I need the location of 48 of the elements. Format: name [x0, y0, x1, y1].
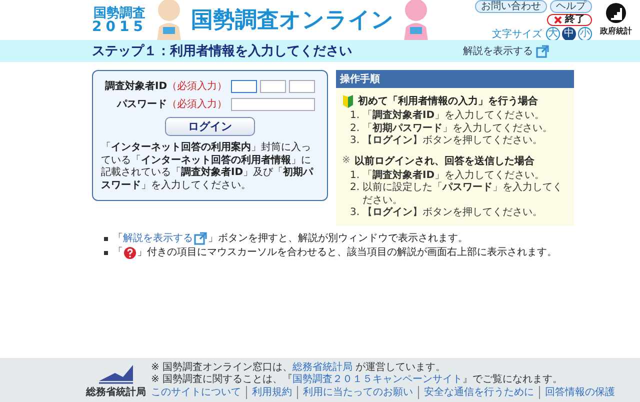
footer-link[interactable]: 安全な通信を行うために — [418, 386, 539, 398]
step-number: 1. — [350, 110, 360, 122]
step-number: 3. — [350, 207, 360, 220]
step-text: 「調査対象者ID」を入力してください。 — [362, 170, 545, 182]
step-text: 「初期パスワード」を入力してください。 — [362, 122, 553, 134]
footer-link[interactable]: 利用に当たってのお願い — [297, 386, 418, 398]
exit-button[interactable]: 終了 — [547, 14, 592, 26]
field-label: パスワード（必須入力） — [116, 98, 228, 111]
section-heading: 以前ログインされ、回答を送信した場合 — [354, 154, 534, 168]
footer-link[interactable]: 国勢調査２０１５キャンペーンサイト — [292, 374, 463, 384]
panel-title: 操作手順 — [336, 70, 574, 88]
note-text: 「 — [113, 232, 123, 246]
font-size-label: 文字サイズ — [492, 28, 542, 40]
step-text: 以前に設定した「パスワード」を入力してください。 — [362, 182, 564, 206]
section-heading: 初めて「利用者情報の入力」を行う場合 — [358, 94, 538, 108]
step-text: 【ログイン】ボタンを押してください。 — [362, 207, 543, 220]
font-size-button[interactable]: 大 — [546, 26, 560, 40]
step-text: 「調査対象者ID」を入力してください。 — [362, 110, 545, 122]
header-button[interactable]: お問い合わせ — [475, 0, 547, 12]
note-text: 「 — [113, 246, 123, 260]
footer-link[interactable]: 総務省統計局 — [292, 362, 353, 372]
ministry-name: 総務省統計局 — [86, 386, 146, 399]
step-number: 2. — [350, 122, 360, 135]
font-size-button[interactable]: 小 — [578, 26, 592, 40]
header-button[interactable]: ヘルプ — [550, 0, 592, 12]
site-title: 国勢調査オンライン — [190, 7, 394, 35]
note-mark: ※ — [342, 155, 350, 166]
step-title: ステップ１：利用者情報を入力してください — [92, 42, 352, 60]
step-number: 3. — [350, 135, 360, 148]
help-link[interactable]: 解説を表示する — [123, 232, 193, 246]
field-label: 調査対象者ID（必須入力） — [104, 79, 228, 93]
logo-title: 国勢調査 — [93, 6, 146, 20]
step-number: 2. — [350, 182, 360, 195]
step-number: 1. — [350, 170, 360, 182]
footer-link[interactable]: このサイトについて — [151, 386, 246, 398]
logo-year: 2015 — [92, 20, 147, 34]
help-link[interactable]: 解説を表示する — [463, 44, 550, 58]
instruction-text: 「インターネット回答の利用案内」封筒に入っている「インターネット回答の利用者情報」に記載されている「調査対象者ID」及び「初期パスワード」を入力してください。 — [101, 142, 314, 192]
footer-link[interactable]: 回答情報の保護 — [539, 386, 620, 398]
footer-note: ※ 国勢調査に関することは、『国勢調査２０１５キャンペーンサイト』でご覧になれます。 — [151, 374, 564, 386]
step-text: 【ログイン】ボタンを押してください。 — [362, 135, 543, 148]
note-text: 」付きの項目にマウスカーソルを合わせると、該当項目の解説が画面右上部に表示されます。 — [137, 246, 557, 260]
login-button[interactable]: ログイン — [165, 117, 255, 136]
footer-note: ※ 国勢調査オンライン窓口は、総務省統計局 が運営しています。 — [151, 362, 447, 374]
footer-link[interactable]: 利用規約 — [246, 386, 297, 398]
stats-mark-label: 政府統計 — [600, 26, 632, 36]
font-size-button[interactable]: 中 — [562, 26, 576, 40]
note-text: 」ボタンを押すと、解説が別ウィンドウで表示されます。 — [208, 232, 468, 246]
